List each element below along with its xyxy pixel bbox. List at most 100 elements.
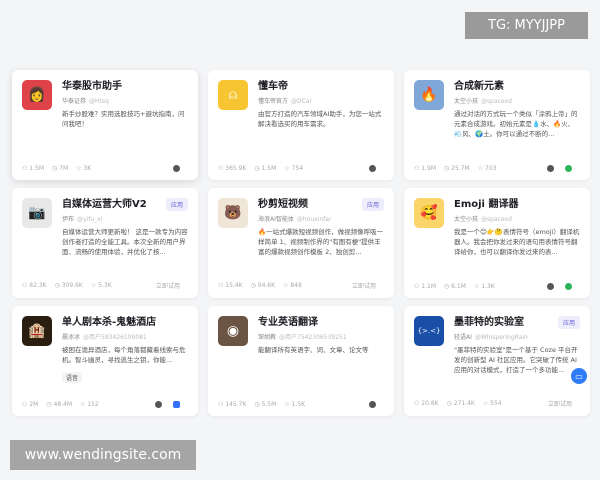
bot-avatar: 👩: [22, 80, 52, 110]
bot-card[interactable]: 🔥 合成新元素 太空小孩 @spacexd 通过对话的方式玩一个类似「涂鸦上帝」的…: [404, 70, 590, 180]
bot-stats: ⚇ 82.3K ◷ 309.6K ☆ 5.3K 立即试用: [22, 281, 188, 290]
wechat-icon: [565, 165, 572, 172]
platform-icon: [547, 283, 554, 290]
runs-stat: ◷ 7M: [52, 165, 69, 172]
try-now-link[interactable]: 立即试用: [352, 281, 376, 290]
bot-description: "墨菲特的实验室"是一个基于 Coze 平台开发的创新型 AI 社区应用。它突破…: [454, 346, 578, 374]
try-now-link[interactable]: 立即试用: [548, 399, 572, 408]
users-stat: ⚇ 82.3K: [22, 282, 47, 289]
watermark-bottom: www.wendingsite.com: [10, 440, 196, 470]
chat-float-button[interactable]: ▭: [571, 368, 587, 384]
bot-card-grid: 👩 华泰股市助手 华泰证券 @Htsq 新手炒股难？实用选股技巧+避坑指南，问问我…: [12, 70, 590, 416]
platform-icon: [369, 401, 376, 408]
bot-stats: ⚇ 15.4K ◷ 94.6K ☆ 848 立即试用: [218, 281, 384, 290]
wechat-icon: [565, 283, 572, 290]
bot-title: 自媒体运营大师V2: [62, 199, 147, 210]
bot-stats: ⚇ 365.9K ◷ 1.5M ☆ 754: [218, 165, 384, 172]
bot-title: 华泰股市助手: [62, 81, 122, 92]
voice-tag: 语音: [62, 372, 83, 383]
bot-author[interactable]: 轻语AI @WhisperingRain: [454, 332, 580, 341]
stars-stat: ☆ 1.5K: [284, 401, 306, 408]
bot-avatar: ⍝: [218, 80, 248, 110]
stars-stat: ☆ 554: [482, 400, 502, 407]
runs-stat: ◷ 271.4K: [446, 400, 475, 407]
bot-card[interactable]: 📷 应用 自媒体运营大师V2 伊布 @yifu_xi 自媒体运营大师更新啦！ 这是…: [12, 188, 198, 298]
try-now-link[interactable]: 立即试用: [156, 281, 180, 290]
bot-description: 🔥一站式爆款短视频创作，做视频像呼吸一样简单 1、视频制作界的"有图有梗"提供丰…: [258, 228, 384, 256]
app-badge: 应用: [557, 316, 580, 329]
bot-title: 单人剧本杀-鬼魅酒店: [62, 317, 157, 328]
users-stat: ⚇ 1.1M: [414, 283, 437, 290]
bot-author[interactable]: 太空小孩 @spacexd: [454, 96, 580, 105]
bot-description: 自媒体运营大师更新啦！ 这是一款专为内容创作者打造的全能工具。本次全新的用户界面…: [62, 228, 188, 256]
bot-stats: ⚇ 1.9M ◷ 25.7M ☆ 703: [414, 165, 580, 172]
users-stat: ⚇ 365.9K: [218, 165, 247, 172]
bot-description: 被困在诡异酒店，每个角落都藏着线索与危机。智斗幽灵，寻找逃生之钥，你能...: [62, 346, 186, 364]
bot-card[interactable]: {>.<} 应用 墨菲特的实验室 轻语AI @WhisperingRain "墨菲…: [404, 306, 590, 416]
runs-stat: ◷ 25.7M: [444, 165, 470, 172]
app-badge: 应用: [361, 198, 384, 211]
stars-stat: ☆ 3K: [76, 165, 92, 172]
users-stat: ⚇ 15.4K: [218, 282, 243, 289]
bot-author[interactable]: 懂车帝官方 @DCar: [258, 96, 384, 105]
bot-description: 我是一个😊👉🤔表情符号（emoji）翻译机器人。我会把你发过来的语句用表情符号翻…: [454, 228, 580, 256]
app-badge: 应用: [165, 198, 188, 211]
chat-icon: ▭: [575, 371, 583, 381]
bot-card[interactable]: ⍝ 懂车帝 懂车帝官方 @DCar 由官方打造的汽车领域AI助手，为您一站式解决看…: [208, 70, 394, 180]
bot-title: Emoji 翻译器: [454, 199, 519, 210]
users-stat: ⚇ 2M: [22, 401, 39, 408]
feishu-icon: [173, 401, 180, 408]
platform-icon: [155, 401, 162, 408]
stars-stat: ☆ 848: [283, 282, 302, 289]
runs-stat: ◷ 48.4M: [46, 401, 72, 408]
bot-stats: ⚇ 2M ◷ 48.4M ☆ 152: [22, 401, 188, 408]
bot-title: 懂车帝: [258, 81, 288, 92]
bot-card[interactable]: ◉ 专业英语翻译 琛胡教 @用户7542306539251 能翻译所有英语字、词、…: [208, 306, 394, 416]
bot-card[interactable]: 👩 华泰股市助手 华泰证券 @Htsq 新手炒股难？实用选股技巧+避坑指南，问问我…: [12, 70, 198, 180]
bot-author[interactable]: 太空小孩 @spacexd: [454, 214, 580, 223]
bot-author[interactable]: 琛胡教 @用户7542306539251: [258, 332, 384, 341]
users-stat: ⚇ 1.5M: [22, 165, 45, 172]
users-stat: ⚇ 20.8K: [414, 400, 439, 407]
runs-stat: ◷ 6.1M: [444, 283, 466, 290]
bot-card[interactable]: 🏨 单人剧本杀-鬼魅酒店 晨冰冰 @用户583426109081 被困在诡异酒店，…: [12, 306, 198, 416]
bot-stats: ⚇ 145.7K ◷ 5.5M ☆ 1.5K: [218, 401, 384, 408]
bot-title: 专业英语翻译: [258, 317, 318, 328]
platform-icon: [547, 165, 554, 172]
bot-avatar: 📷: [22, 198, 52, 228]
stars-stat: ☆ 703: [477, 165, 497, 172]
bot-author[interactable]: 伊布 @yifu_xi: [62, 214, 188, 223]
bot-avatar: {>.<}: [414, 316, 444, 346]
bot-description: 由官方打造的汽车领域AI助手，为您一站式解决看选买的用车需求。: [258, 110, 382, 128]
bot-title: 合成新元素: [454, 81, 504, 92]
runs-stat: ◷ 1.5M: [254, 165, 277, 172]
bot-avatar: ◉: [218, 316, 248, 346]
stars-stat: ☆ 5.3K: [90, 282, 112, 289]
bot-card[interactable]: 🥰 Emoji 翻译器 太空小孩 @spacexd 我是一个😊👉🤔表情符号（emo…: [404, 188, 590, 298]
bot-author[interactable]: 晨冰冰 @用户583426109081: [62, 332, 188, 341]
stars-stat: ☆ 754: [284, 165, 304, 172]
bot-avatar: 🐻: [218, 198, 248, 228]
bot-stats: ⚇ 1.5M ◷ 7M ☆ 3K: [22, 165, 188, 172]
bot-description: 通过对话的方式玩一个类似「涂鸦上帝」的元素合成游戏。初始元素是💧水、🔥火、💨风、…: [454, 110, 578, 138]
bot-avatar: 🥰: [414, 198, 444, 228]
bot-stats: ⚇ 20.8K ◷ 271.4K ☆ 554 立即试用: [414, 399, 580, 408]
users-stat: ⚇ 1.9M: [414, 165, 437, 172]
bot-title: 秒剪短视频: [258, 199, 308, 210]
bot-stats: ⚇ 1.1M ◷ 6.1M ☆ 1.3K: [414, 283, 580, 290]
bot-avatar: 🏨: [22, 316, 52, 346]
runs-stat: ◷ 94.6K: [250, 282, 276, 289]
platform-icon: [369, 165, 376, 172]
bot-title: 墨菲特的实验室: [454, 317, 524, 328]
bot-author[interactable]: 海浪AI智能体 @houxinfar: [258, 214, 384, 223]
bot-author[interactable]: 华泰证券 @Htsq: [62, 96, 188, 105]
bot-card[interactable]: 🐻 应用 秒剪短视频 海浪AI智能体 @houxinfar 🔥一站式爆款短视频创作…: [208, 188, 394, 298]
watermark-top: TG: MYYJJPP: [465, 12, 588, 39]
bot-description: 能翻译所有英语字、词、文章、论文等: [258, 346, 369, 354]
stars-stat: ☆ 152: [80, 401, 99, 408]
runs-stat: ◷ 5.5M: [254, 401, 277, 408]
platform-icon: [173, 165, 180, 172]
runs-stat: ◷ 309.6K: [54, 282, 83, 289]
users-stat: ⚇ 145.7K: [218, 401, 247, 408]
bot-description: 新手炒股难？实用选股技巧+避坑指南，问问我吧！: [62, 110, 185, 128]
